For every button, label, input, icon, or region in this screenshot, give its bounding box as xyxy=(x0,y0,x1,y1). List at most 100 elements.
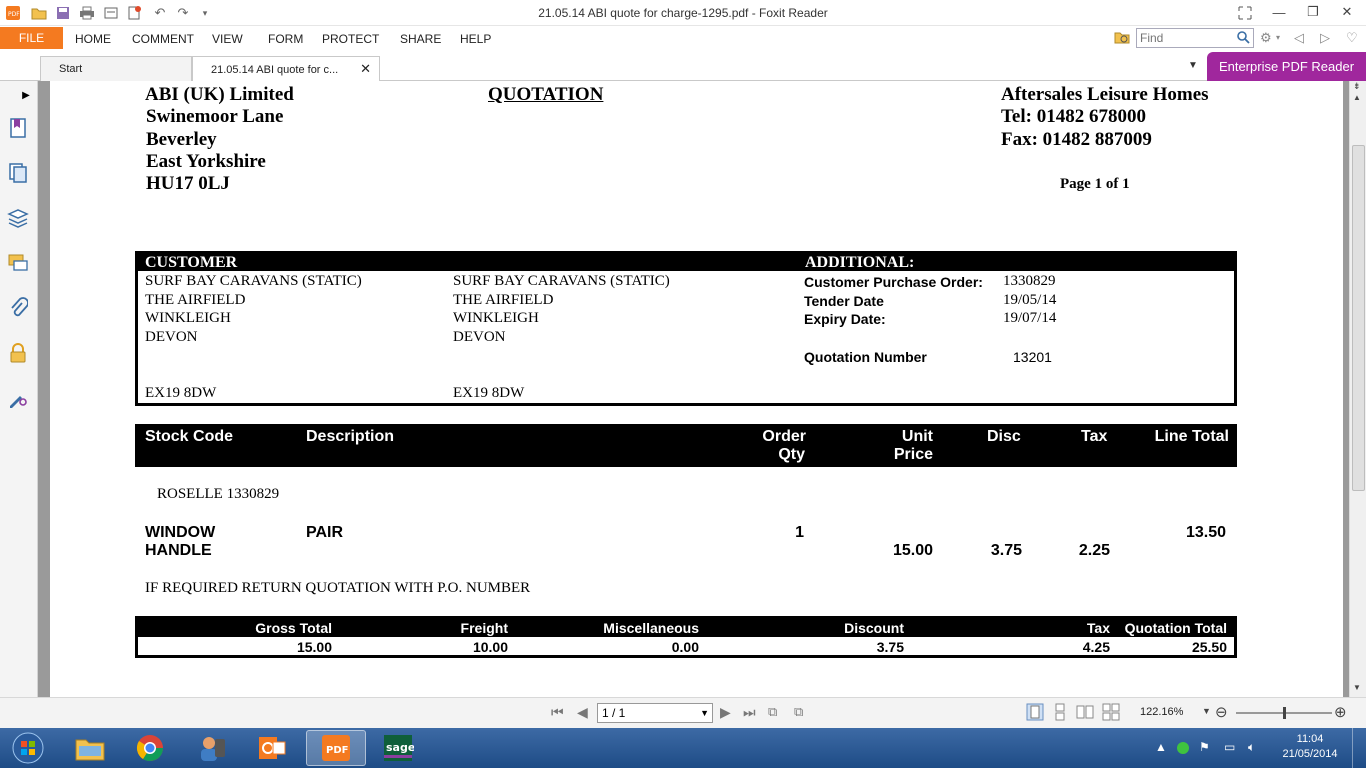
quotation-number-label: Quotation Number xyxy=(804,349,927,365)
next-page-icon[interactable]: ▶ xyxy=(720,704,731,721)
menu-comment[interactable]: COMMENT xyxy=(132,32,194,46)
expiry-date-label: Expiry Date: xyxy=(804,311,886,327)
menu-home[interactable]: HOME xyxy=(75,32,111,46)
settings-gear-icon[interactable]: ⚙ xyxy=(1260,30,1272,46)
page-dropdown-icon[interactable]: ▼ xyxy=(700,704,709,722)
item-unit-price: 15.00 xyxy=(892,542,933,559)
col-unit-price: Unit xyxy=(901,428,933,445)
chrome-icon[interactable] xyxy=(122,730,178,766)
search-icon[interactable] xyxy=(1236,30,1250,47)
volume-icon[interactable]: 🔈︎ xyxy=(1248,740,1255,755)
supplier-name: ABI (UK) Limited xyxy=(145,84,294,105)
po-label: Customer Purchase Order: xyxy=(804,274,983,290)
menu-view[interactable]: VIEW xyxy=(212,32,243,46)
scrollbar-thumb[interactable] xyxy=(1352,145,1365,491)
security-lock-icon[interactable] xyxy=(6,341,30,365)
item-stock-code: WINDOW xyxy=(145,524,216,541)
customer-address-line: WINKLEIGH xyxy=(145,310,231,326)
facing-view-icon[interactable] xyxy=(1076,703,1094,724)
restore-button[interactable]: ❐ xyxy=(1298,2,1328,22)
col-order-qty-2: Qty xyxy=(778,446,805,463)
previous-view-nav-icon[interactable]: ⧉ xyxy=(768,704,777,720)
clock[interactable]: 11:04 21/05/2014 xyxy=(1280,732,1340,762)
zoom-in-icon[interactable]: ⊕ xyxy=(1334,703,1347,721)
tab-document[interactable]: 21.05.14 ABI quote for c... ✕ xyxy=(192,56,380,82)
enterprise-reader-button[interactable]: Enterprise PDF Reader xyxy=(1207,52,1366,81)
start-orb-icon[interactable] xyxy=(2,730,54,766)
menu-share[interactable]: SHARE xyxy=(400,32,441,46)
action-center-flag-icon[interactable]: ⚑ xyxy=(1199,740,1210,754)
previous-view-icon[interactable]: ◁ xyxy=(1294,30,1304,46)
first-page-icon[interactable]: ⏮ xyxy=(551,704,564,721)
display-icon[interactable]: ▭ xyxy=(1224,740,1235,754)
scroll-down-arrow[interactable]: ▼ xyxy=(1353,683,1361,692)
file-menu-button[interactable]: FILE xyxy=(0,27,63,49)
menu-protect[interactable]: PROTECT xyxy=(322,32,379,46)
next-view-nav-icon[interactable]: ⧉ xyxy=(794,704,803,720)
file-explorer-icon[interactable] xyxy=(62,730,118,766)
sage-icon[interactable]: sage xyxy=(370,730,426,766)
panel-splitter[interactable] xyxy=(38,81,50,697)
find-input[interactable] xyxy=(1137,29,1233,47)
tab-close-icon[interactable]: ✕ xyxy=(360,61,371,77)
customer-header: CUSTOMER xyxy=(145,254,238,271)
table-header-bar xyxy=(135,424,1237,467)
comments-icon[interactable] xyxy=(6,251,30,275)
show-desktop-button[interactable] xyxy=(1352,728,1366,768)
total-tax-value: 4.25 xyxy=(1082,639,1110,655)
company-name: Aftersales Leisure Homes xyxy=(1001,84,1209,105)
item-qty: 1 xyxy=(795,524,804,541)
scroll-split-icon[interactable]: ⇟ xyxy=(1353,81,1361,92)
vertical-scrollbar[interactable]: ⇟ ▲ ▼ xyxy=(1349,81,1366,697)
settings-dropdown-icon[interactable]: ▾ xyxy=(1276,33,1280,42)
next-view-icon[interactable]: ▷ xyxy=(1320,30,1330,46)
zoom-slider-thumb[interactable] xyxy=(1282,707,1286,719)
tab-start[interactable]: Start xyxy=(40,56,192,81)
supplier-street: Swinemoor Lane xyxy=(146,106,284,127)
expand-panel-icon[interactable]: ▶ xyxy=(14,83,38,107)
find-field[interactable] xyxy=(1136,28,1254,48)
fullscreen-icon[interactable] xyxy=(1236,4,1254,22)
last-page-icon[interactable]: ⏭ xyxy=(743,704,756,721)
delivery-postcode: EX19 8DW xyxy=(453,385,525,401)
menu-form[interactable]: FORM xyxy=(268,32,303,46)
outlook-icon[interactable] xyxy=(244,730,300,766)
single-page-view-icon[interactable] xyxy=(1026,703,1044,724)
signatures-icon[interactable] xyxy=(6,386,30,410)
reference-line: ROSELLE 1330829 xyxy=(157,486,280,502)
layers-icon[interactable] xyxy=(6,206,30,230)
col-order-qty: Order xyxy=(762,428,806,445)
bookmarks-icon[interactable] xyxy=(6,116,30,140)
item-line-total: 13.50 xyxy=(1185,524,1226,541)
pages-thumbnail-icon[interactable] xyxy=(6,161,30,185)
col-unit-price-2: Price xyxy=(893,446,933,463)
menu-help[interactable]: HELP xyxy=(460,32,491,46)
previous-page-icon[interactable]: ◀ xyxy=(577,704,588,721)
page-number-value: 1 / 1 xyxy=(602,706,626,720)
page-number-field[interactable]: 1 / 1 ▼ xyxy=(597,703,713,723)
ribbon-collapse-icon[interactable]: ♡ xyxy=(1346,30,1358,46)
tab-start-label: Start xyxy=(59,63,83,75)
tab-list-dropdown-icon[interactable]: ▼ xyxy=(1188,60,1198,71)
clock-date: 21/05/2014 xyxy=(1282,748,1338,760)
item-tax: 2.25 xyxy=(1078,542,1110,559)
foxit-taskbar-icon[interactable]: PDF xyxy=(306,730,366,766)
minimize-button[interactable]: — xyxy=(1264,2,1294,22)
show-hidden-icons[interactable]: ▲ xyxy=(1155,740,1167,754)
contacts-app-icon[interactable] xyxy=(184,730,240,766)
scroll-up-arrow[interactable]: ▲ xyxy=(1353,93,1361,102)
zoom-dropdown-icon[interactable]: ▼ xyxy=(1202,706,1211,716)
attachments-icon[interactable] xyxy=(6,296,30,320)
gross-total-label: Gross Total xyxy=(255,620,332,636)
zoom-slider-track[interactable] xyxy=(1236,707,1332,719)
svg-text:sage: sage xyxy=(386,741,414,754)
network-status-icon[interactable] xyxy=(1176,741,1190,758)
zoom-out-icon[interactable]: ⊖ xyxy=(1215,703,1228,721)
find-folder-icon[interactable] xyxy=(1114,29,1130,48)
continuous-view-icon[interactable] xyxy=(1052,703,1068,724)
zoom-level[interactable]: 122.16% xyxy=(1140,706,1183,718)
additional-header: ADDITIONAL: xyxy=(805,254,915,271)
continuous-facing-view-icon[interactable] xyxy=(1102,703,1120,724)
close-button[interactable]: ✕ xyxy=(1332,2,1362,22)
quotation-total-value: 25.50 xyxy=(1191,639,1227,655)
